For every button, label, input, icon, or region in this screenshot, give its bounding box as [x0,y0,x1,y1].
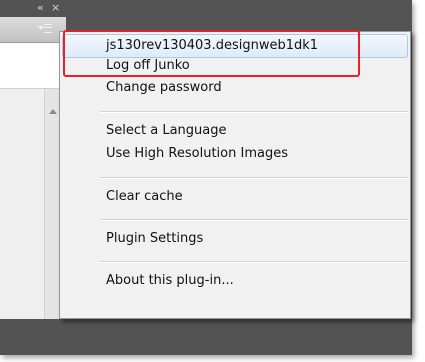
panel-content [0,43,66,319]
menu-item-high-resolution-images[interactable]: Use High Resolution Images [106,146,288,162]
screenshot-stage: « × js130rev130403.designweb1dk1 Log off… [0,0,425,362]
menu-separator [100,111,408,113]
menu-separator [100,219,408,221]
menu-item-plugin-settings[interactable]: Plugin Settings [106,231,203,247]
menu-item-version[interactable]: js130rev130403.designweb1dk1 [106,38,318,54]
scroll-up-arrow-icon[interactable] [49,109,57,114]
menu-item-log-off[interactable]: Log off Junko [106,58,190,74]
panel-tab-bar [0,17,66,43]
menu-separator [100,177,408,179]
panel-footer [0,320,412,355]
menu-item-select-language[interactable]: Select a Language [106,123,227,139]
menu-item-change-password[interactable]: Change password [106,80,222,96]
panel-content-header [0,43,66,89]
hamburger-icon [44,24,52,33]
menu-item-about-plugin[interactable]: About this plug-in... [106,273,234,289]
panel-menu-button[interactable] [37,20,55,36]
close-panel-icon[interactable]: × [51,1,60,15]
panel-title-bar: « × [0,0,66,17]
menu-item-clear-cache[interactable]: Clear cache [106,189,183,205]
panel-flyout-menu: js130rev130403.designweb1dk1 Log off Jun… [59,31,411,319]
menu-separator [100,261,408,263]
collapse-panel-icon[interactable]: « [37,1,44,15]
